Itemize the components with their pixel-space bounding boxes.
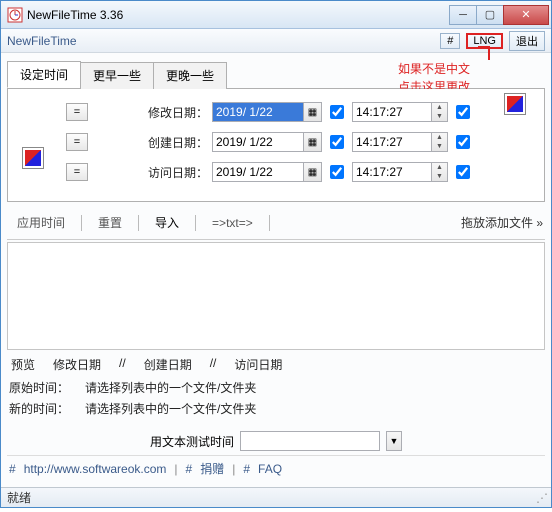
- time-spinner[interactable]: ▲▼: [432, 102, 448, 122]
- statusbar: 就绪 ⋰: [1, 487, 551, 507]
- maximize-button[interactable]: ▢: [476, 5, 504, 25]
- text-test-input[interactable]: [240, 431, 380, 451]
- create-time-input[interactable]: [352, 132, 432, 152]
- website-link[interactable]: http://www.softwareok.com: [24, 462, 167, 476]
- apply-time-button[interactable]: 应用时间: [9, 212, 73, 233]
- chevron-down-icon[interactable]: ▼: [386, 431, 402, 451]
- import-button[interactable]: 导入: [147, 212, 187, 233]
- col-preview: 预览: [9, 356, 37, 373]
- calendar-icon[interactable]: ▦: [304, 132, 322, 152]
- access-date-checkbox[interactable]: [330, 165, 344, 179]
- calendar-icon[interactable]: ▦: [304, 162, 322, 182]
- calendar-icon[interactable]: ▦: [304, 102, 322, 122]
- minimize-button[interactable]: ─: [449, 5, 477, 25]
- new-time-label: 新的时间：: [9, 400, 69, 417]
- status-text: 就绪: [7, 489, 31, 506]
- close-button[interactable]: ✕: [503, 5, 549, 25]
- equal-button[interactable]: =: [66, 163, 88, 181]
- equal-button[interactable]: =: [66, 103, 88, 121]
- equal-button[interactable]: =: [66, 133, 88, 151]
- window-title: NewFileTime 3.36: [27, 8, 450, 22]
- footer: # http://www.softwareok.com | # 捐赠 | # F…: [7, 455, 545, 481]
- flag-icon[interactable]: [504, 93, 526, 115]
- modify-date-label: 修改日期：: [122, 104, 212, 121]
- to-txt-button[interactable]: =>txt=>: [204, 214, 261, 232]
- col-create: 创建日期: [142, 356, 194, 373]
- access-time-input[interactable]: [352, 162, 432, 182]
- reset-button[interactable]: 重置: [90, 212, 130, 233]
- drop-files-label: 拖放添加文件: [461, 216, 533, 230]
- exit-button[interactable]: 退出: [509, 31, 545, 51]
- menubar: NewFileTime # LNG 退出: [1, 29, 551, 53]
- original-time-hint: 请选择列表中的一个文件/文件夹: [85, 379, 256, 396]
- access-date-input[interactable]: [212, 162, 304, 182]
- file-list[interactable]: [7, 242, 545, 350]
- col-access: 访问日期: [232, 356, 284, 373]
- tab-bar: 设定时间 更早一些 更晚一些: [7, 61, 545, 89]
- modify-date-checkbox[interactable]: [330, 105, 344, 119]
- time-spinner[interactable]: ▲▼: [432, 132, 448, 152]
- language-button[interactable]: LNG: [466, 33, 503, 49]
- app-name-label: NewFileTime: [7, 34, 440, 48]
- faq-link[interactable]: FAQ: [258, 462, 282, 476]
- col-modify: 修改日期: [51, 356, 103, 373]
- tab-set-time[interactable]: 设定时间: [7, 61, 81, 88]
- action-toolbar: 应用时间 重置 导入 =>txt=> 拖放添加文件 »: [7, 206, 545, 240]
- modify-time-checkbox[interactable]: [456, 105, 470, 119]
- create-time-checkbox[interactable]: [456, 135, 470, 149]
- create-date-input[interactable]: [212, 132, 304, 152]
- new-time-hint: 请选择列表中的一个文件/文件夹: [85, 400, 256, 417]
- time-panel: = 修改日期： ▦ ▲▼ = 创建日期： ▦ ▲▼: [7, 89, 545, 202]
- column-headers: 预览 修改日期 // 创建日期 // 访问日期: [9, 356, 543, 373]
- original-time-label: 原始时间：: [9, 379, 69, 396]
- titlebar[interactable]: NewFileTime 3.36 ─ ▢ ✕: [1, 1, 551, 29]
- tab-later[interactable]: 更晚一些: [153, 62, 227, 89]
- text-test-label: 用文本测试时间: [150, 433, 234, 450]
- flag-icon[interactable]: [22, 147, 44, 169]
- hash-button[interactable]: #: [440, 33, 460, 49]
- modify-time-input[interactable]: [352, 102, 432, 122]
- create-date-checkbox[interactable]: [330, 135, 344, 149]
- chevron-icon[interactable]: »: [536, 216, 543, 230]
- app-icon: [7, 7, 23, 23]
- tab-earlier[interactable]: 更早一些: [80, 62, 154, 89]
- donate-link[interactable]: 捐赠: [200, 460, 224, 477]
- modify-date-input[interactable]: [212, 102, 304, 122]
- time-spinner[interactable]: ▲▼: [432, 162, 448, 182]
- create-date-label: 创建日期：: [122, 134, 212, 151]
- access-date-label: 访问日期：: [122, 164, 212, 181]
- resize-grip-icon[interactable]: ⋰: [536, 491, 545, 505]
- access-time-checkbox[interactable]: [456, 165, 470, 179]
